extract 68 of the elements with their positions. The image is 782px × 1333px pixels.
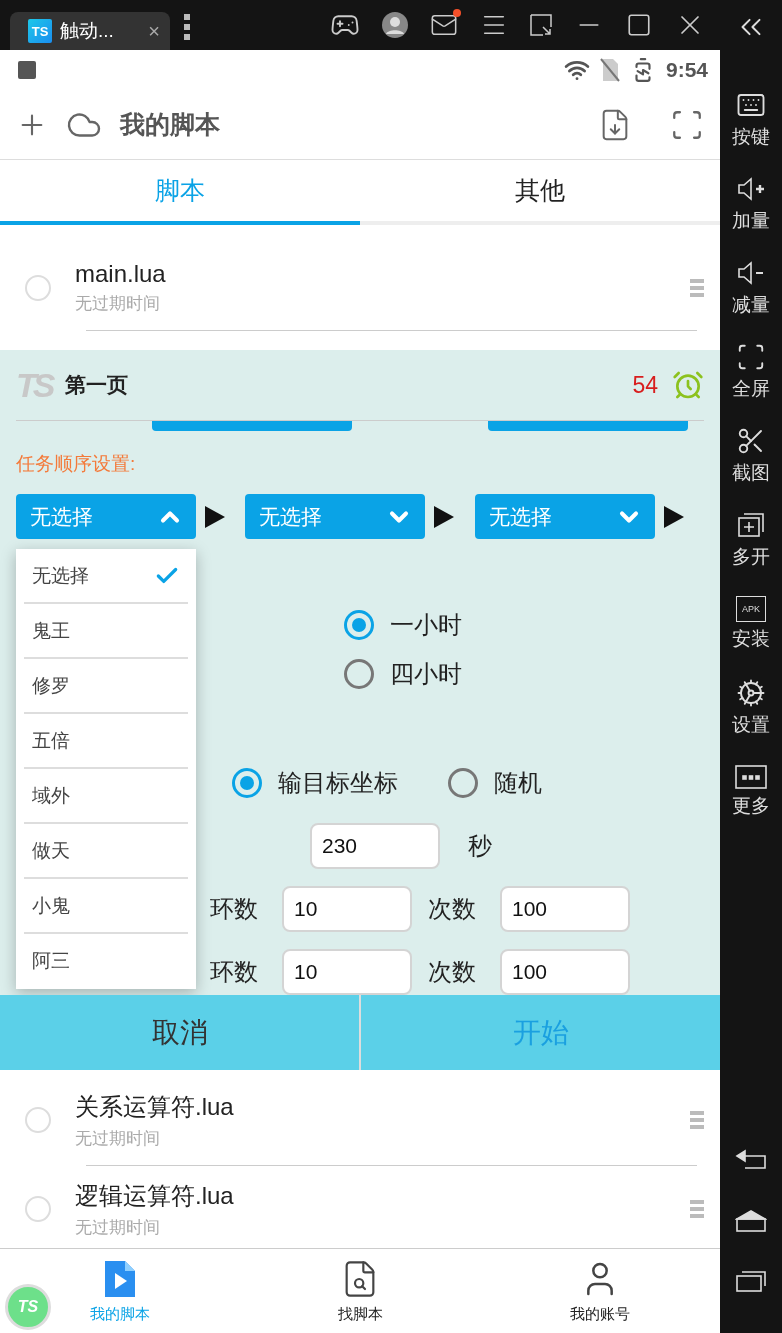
drag-handle-icon[interactable] <box>690 277 704 298</box>
unit-label: 秒 <box>468 831 492 861</box>
arrow-right-icon <box>205 505 225 528</box>
sidebar-item[interactable]: 全屏 <box>720 330 782 414</box>
sidebar-item[interactable]: 设置 <box>720 666 782 750</box>
script-name: 逻辑运算符.lua <box>75 1180 235 1211</box>
home-icon[interactable] <box>735 1209 767 1233</box>
menu-item[interactable]: 做天 <box>24 824 188 879</box>
field-label: 次数 <box>428 957 476 987</box>
script-subtitle: 无过期时间 <box>75 1127 161 1150</box>
sidebar-item[interactable]: APK 安装 <box>720 582 782 666</box>
radio-button[interactable] <box>25 274 51 301</box>
radio-option[interactable]: 随机 <box>448 766 542 799</box>
menu-item[interactable]: 域外 <box>24 769 188 824</box>
radio-option[interactable]: 输目标坐标 <box>232 766 398 799</box>
browser-tab[interactable]: TS 触动... × <box>10 12 170 50</box>
arrow-right-icon <box>663 505 684 528</box>
input-field[interactable]: 10 <box>282 886 412 932</box>
menu-item[interactable]: 五倍 <box>24 714 188 769</box>
script-subtitle: 无过期时间 <box>75 1216 161 1239</box>
multi-window-icon <box>736 510 766 540</box>
kebab-menu-icon[interactable] <box>184 14 190 40</box>
menu-item[interactable]: 无选择 <box>24 549 188 604</box>
input-field[interactable]: 100 <box>500 886 630 932</box>
field-label: 次数 <box>428 894 476 924</box>
section-label: 任务顺序设置: <box>16 452 136 477</box>
fullscreen-icon <box>736 342 766 372</box>
recent-apps-icon[interactable] <box>735 1269 767 1293</box>
resize-icon[interactable] <box>530 14 552 36</box>
menu-item[interactable]: 鬼王 <box>24 604 188 659</box>
input-field[interactable]: 100 <box>500 949 630 995</box>
sidebar-item[interactable]: 按键 <box>720 78 782 162</box>
sidebar-item[interactable]: 更多 <box>720 750 782 834</box>
field-label: 环数 <box>210 894 258 924</box>
apk-icon: APK <box>736 596 766 622</box>
close-tab-button[interactable]: × <box>148 19 160 43</box>
no-sim-icon <box>599 58 620 82</box>
script-name: 关系运算符.lua <box>75 1091 235 1122</box>
app-title: 我的脚本 <box>120 109 221 140</box>
radio-button[interactable] <box>25 1107 51 1133</box>
countdown: 54 <box>632 371 658 399</box>
drag-handle-icon[interactable] <box>690 1110 704 1130</box>
menu-item[interactable]: 小鬼 <box>24 879 188 934</box>
dialog-title: 第一页 <box>65 372 130 399</box>
maximize-icon[interactable] <box>626 12 652 38</box>
input-field[interactable]: 10 <box>282 949 412 995</box>
more-icon <box>735 765 767 789</box>
menu-item[interactable]: 阿三 <box>24 934 188 989</box>
app-logo: TS <box>28 19 52 43</box>
input-field[interactable]: 230 <box>310 823 440 869</box>
script-name: main.lua <box>75 260 167 288</box>
drag-handle-icon[interactable] <box>690 1199 704 1219</box>
field-label: 环数 <box>210 957 258 987</box>
radio-option[interactable]: 一小时 <box>344 609 462 642</box>
play-file-icon <box>103 1258 137 1299</box>
sidebar-item[interactable]: 减量 <box>720 246 782 330</box>
sidebar-item[interactable]: 加量 <box>720 162 782 246</box>
radio-button[interactable] <box>25 1196 51 1222</box>
avatar-icon[interactable] <box>382 12 408 38</box>
clock-time: 9:54 <box>665 58 708 82</box>
sidebar-item[interactable]: 截图 <box>720 414 782 498</box>
arrow-right-icon <box>434 505 455 528</box>
script-subtitle: 无过期时间 <box>75 293 161 315</box>
sidebar-item[interactable]: 多开 <box>720 498 782 582</box>
tab-title: 触动... <box>60 19 115 43</box>
settings-icon <box>736 678 766 708</box>
radio-option[interactable]: 四小时 <box>344 658 462 691</box>
menu-item[interactable]: 修罗 <box>24 659 188 714</box>
